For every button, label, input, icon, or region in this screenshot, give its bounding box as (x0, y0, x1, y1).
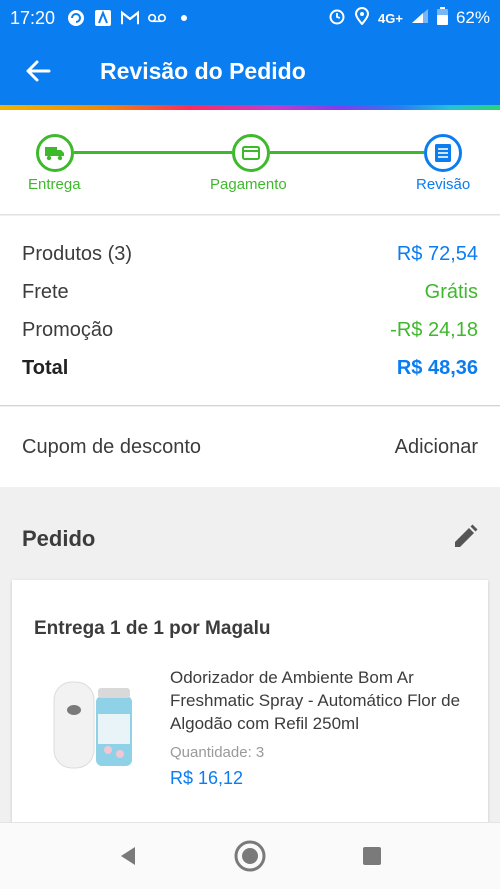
shipping-label: Frete (22, 280, 69, 303)
back-button[interactable] (0, 36, 76, 106)
summary-row-products: Produtos (3) R$ 72,54 (22, 239, 478, 269)
product-name[interactable]: Odorizador de Ambiente Bom Ar Freshmatic… (170, 666, 470, 735)
step-review[interactable] (424, 134, 462, 172)
products-label: Produtos (3) (22, 242, 133, 265)
arrow-left-icon (26, 60, 51, 82)
checkout-stepper: Entrega Pagamento Revisão (0, 110, 500, 215)
card-icon (242, 146, 260, 160)
status-bar: 17:20 4G+ 62% (0, 0, 500, 36)
coupon-label: Cupom de desconto (22, 435, 202, 458)
nav-back-button[interactable] (108, 836, 148, 876)
system-nav-bar (0, 822, 500, 889)
square-recents-icon (363, 847, 381, 865)
network-type: 4G+ (378, 10, 403, 26)
step-connector (74, 151, 232, 154)
step-label-review: Revisão (416, 176, 471, 193)
total-label: Total (22, 356, 69, 379)
gmail-icon (121, 9, 140, 27)
promo-value: -R$ 24,18 (390, 318, 478, 341)
shipment-title: Entrega 1 de 1 por Magalu (34, 618, 271, 639)
order-section-header: Pedido (0, 510, 500, 568)
nav-home-button[interactable] (230, 836, 270, 876)
pencil-icon (455, 524, 478, 547)
status-time: 17:20 (10, 7, 56, 28)
step-connector (270, 151, 424, 154)
list-icon (435, 144, 451, 162)
dot-icon (175, 9, 193, 27)
page-title: Revisão do Pedido (100, 57, 306, 84)
promo-label: Promoção (22, 318, 114, 341)
nav-recents-button[interactable] (352, 836, 392, 876)
edit-order-button[interactable] (452, 524, 478, 555)
step-label-payment: Pagamento (210, 176, 287, 193)
app-bar: Revisão do Pedido (0, 36, 500, 106)
battery-level: 62% (455, 8, 490, 27)
product-price: R$ 16,12 (170, 768, 244, 788)
summary-row-total: Total R$ 48,36 (22, 353, 478, 383)
order-section-title: Pedido (22, 526, 96, 551)
location-icon (354, 6, 370, 30)
summary-row-shipping: Frete Grátis (22, 277, 478, 307)
step-payment[interactable] (232, 134, 270, 172)
voicemail-icon (148, 9, 167, 27)
step-delivery[interactable] (36, 134, 74, 172)
triangle-back-icon (121, 847, 135, 865)
truck-icon (45, 147, 64, 161)
quantity-value: 3 (255, 744, 265, 761)
app-icon (94, 9, 112, 27)
order-summary: Produtos (3) R$ 72,54 Frete Grátis Promo… (0, 216, 500, 406)
shipping-value: Grátis (424, 280, 478, 303)
chat-icon (67, 9, 85, 27)
products-value: R$ 72,54 (396, 242, 478, 265)
product-quantity: Quantidade: 3 (170, 744, 264, 761)
step-label-delivery: Entrega (28, 176, 81, 193)
circle-home-icon (234, 840, 266, 872)
total-value: R$ 48,36 (396, 356, 478, 379)
battery-icon (436, 6, 448, 30)
alarm-icon (328, 7, 346, 30)
signal-icon (411, 8, 429, 29)
order-card: Entrega 1 de 1 por Magalu Odorizador de … (12, 580, 488, 840)
add-coupon-button[interactable]: Adicionar (395, 436, 478, 459)
coupon-row[interactable]: Cupom de desconto Adicionar (0, 407, 500, 487)
quantity-label: Quantidade: (170, 744, 252, 761)
product-image[interactable] (34, 670, 154, 780)
summary-row-promo: Promoção -R$ 24,18 (22, 315, 478, 345)
